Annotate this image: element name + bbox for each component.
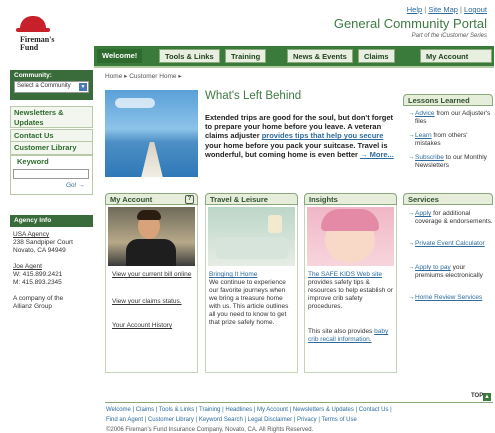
arrow-icon: → <box>408 110 415 117</box>
agent-name-link[interactable]: Joe Agent <box>13 263 42 271</box>
insights-title: Insights <box>304 193 397 205</box>
hero-title: What's Left Behind <box>205 90 302 102</box>
tab-news-events[interactable]: News & Events <box>287 49 353 63</box>
community-select[interactable]: Select a Community ▼ <box>14 81 89 93</box>
site-map-link[interactable]: Site Map <box>428 5 458 14</box>
services-item: → Home Review Services <box>408 294 494 302</box>
company-note-2: Allianz Group <box>13 303 53 310</box>
tab-tools-links[interactable]: Tools & Links <box>159 49 220 63</box>
arrow-icon: → <box>408 294 415 301</box>
arrow-icon: → <box>408 154 415 161</box>
help-link[interactable]: Help <box>407 5 422 14</box>
event-calculator-link[interactable]: Private Event Calculator <box>415 240 485 247</box>
travel-image <box>208 207 295 266</box>
insights-image-baby <box>307 207 394 266</box>
footer-links-row-1[interactable]: Welcome | Claims | Tools & Links | Train… <box>106 407 392 413</box>
arrow-icon: → <box>408 264 415 271</box>
tab-welcome[interactable]: Welcome! <box>97 49 143 63</box>
apply-to-pay-link[interactable]: Apply to pay <box>415 264 451 271</box>
portal-title: General Community Portal <box>333 16 487 31</box>
firemans-fund-logo[interactable]: Fireman's Fund <box>14 14 70 54</box>
sidebar-item-customer-library[interactable]: Customer Library <box>10 141 93 155</box>
insights-text: The SAFE KIDS Web site provides safety t… <box>308 271 393 310</box>
sidebar-item-newsletters[interactable]: Newsletters & Updates <box>10 106 93 128</box>
subscribe-link[interactable]: Subscribe <box>415 154 444 161</box>
apply-coverage-link[interactable]: Apply <box>415 210 431 217</box>
top-link[interactable]: TOP <box>471 393 483 399</box>
insights-text-2: This site also provides baby crib recall… <box>308 328 389 343</box>
lessons-item: → Learn from others' mistakes <box>408 132 468 147</box>
view-bill-link[interactable]: View your current bill online <box>112 271 194 279</box>
chevron-down-icon: ▼ <box>79 83 87 91</box>
keyword-label: Keyword <box>17 157 49 166</box>
agency-city: Novato, CA 94949 <box>13 247 66 254</box>
footer-links-row-2[interactable]: Find an Agent | Customer Library | Keywo… <box>106 417 357 423</box>
hero-more-link[interactable]: → More... <box>360 150 394 159</box>
my-account-title: My Account ? <box>105 193 198 205</box>
community-selector: Community: Select a Community ▼ <box>10 70 93 100</box>
company-note: A company of the <box>13 295 64 302</box>
bringing-it-home-link[interactable]: Bringing It Home <box>209 271 257 278</box>
tab-claims[interactable]: Claims <box>358 49 395 63</box>
hero-tips-link[interactable]: provides tips that help you secure <box>262 131 384 140</box>
lessons-item: → Subscribe to our Monthly Newsletters <box>408 154 487 169</box>
lessons-learned-panel: Lessons Learned <box>403 94 493 106</box>
tab-my-account[interactable]: My Account <box>420 49 492 63</box>
services-item: → Apply to pay your premiums electronica… <box>408 264 483 279</box>
travel-leisure-title: Travel & Leisure <box>205 193 298 205</box>
arrow-icon: → <box>408 240 415 247</box>
lessons-learned-title: Lessons Learned <box>403 94 493 106</box>
lessons-item: → Advice from our Adjuster's files <box>408 110 491 125</box>
home-review-link[interactable]: Home Review Services <box>415 294 482 301</box>
arrow-icon: → <box>408 210 415 217</box>
advice-link[interactable]: Advice <box>415 110 435 117</box>
logo-text: Fireman's Fund <box>20 35 55 52</box>
services-item: → Private Event Calculator <box>408 240 494 248</box>
copyright: ©2006 Fireman's Fund Insurance Company, … <box>106 427 314 433</box>
go-button[interactable]: Go! → <box>66 182 85 189</box>
services-title: Services <box>403 193 493 205</box>
arrow-up-icon[interactable]: ▲ <box>483 393 491 401</box>
hero-text: Extended trips are good for the soul, bu… <box>205 113 394 159</box>
learn-link[interactable]: Learn <box>415 132 432 139</box>
community-label: Community: <box>14 72 52 79</box>
agency-name-link[interactable]: USA Agency <box>13 231 49 239</box>
agent-mobile-phone: M: 415.893.2345 <box>13 279 62 286</box>
safe-kids-link[interactable]: The SAFE KIDS Web site <box>308 271 382 278</box>
agency-address: 238 Sandpiper Court <box>13 239 73 246</box>
services-item: → Apply for additional coverage & endors… <box>408 210 493 225</box>
hero-image-dock <box>105 90 198 177</box>
tab-training[interactable]: Training <box>225 49 267 63</box>
keyword-search-input[interactable] <box>13 169 89 179</box>
account-history-link[interactable]: Your Account History <box>112 322 194 330</box>
help-icon[interactable]: ? <box>185 195 194 204</box>
agent-work-phone: W: 415.899.2421 <box>13 271 63 278</box>
breadcrumb[interactable]: Home ▸ Customer Home ▸ <box>105 72 182 80</box>
my-account-image <box>108 207 195 266</box>
top-links: Help | Site Map | Logout <box>406 5 487 14</box>
portal-subtitle: Part of the iCustomer Series <box>411 33 487 39</box>
travel-text: Bringing It Home We continue to experien… <box>209 271 289 326</box>
agency-info-title: Agency Info <box>10 215 93 227</box>
logout-link[interactable]: Logout <box>464 5 487 14</box>
arrow-icon: → <box>408 132 415 139</box>
view-claims-link[interactable]: View your claims status. <box>112 298 194 306</box>
